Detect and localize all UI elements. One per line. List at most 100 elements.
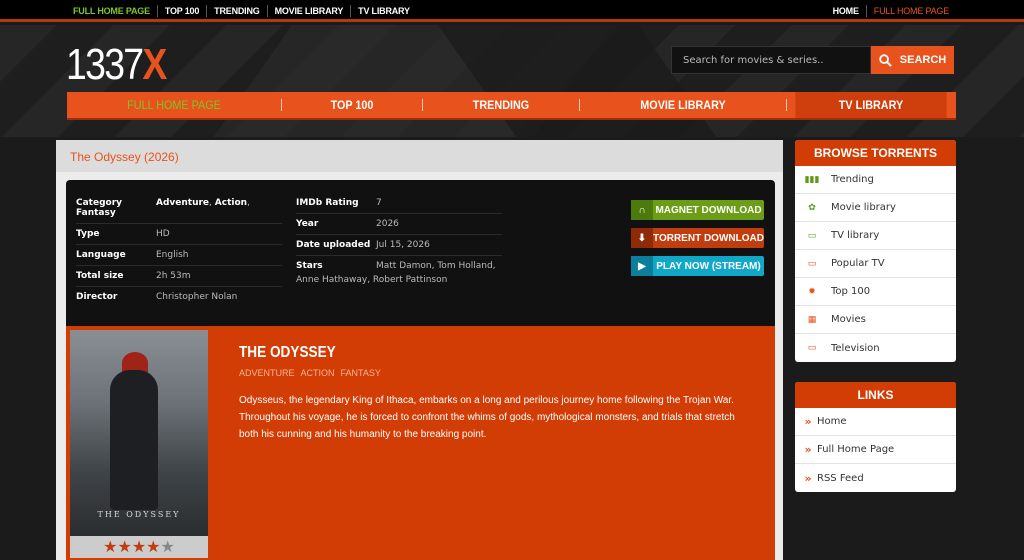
clapper-icon: ▦ xyxy=(807,314,817,325)
nav-tv-library[interactable]: TV LIBRARY xyxy=(795,92,947,118)
nav-divider xyxy=(422,99,423,111)
sidebar-item-trending[interactable]: ▮▮▮ Trending xyxy=(795,166,956,194)
nav-top-100[interactable]: TOP 100 xyxy=(289,92,415,118)
search-button-label: SEARCH xyxy=(899,54,947,66)
trending-icon: ▮▮▮ xyxy=(804,174,820,185)
links-heading: LINKS xyxy=(795,382,956,408)
top-link-tv-library[interactable]: TV LIBRARY xyxy=(351,5,417,17)
info-label: Category Fantasy xyxy=(76,198,123,218)
top-link-trending[interactable]: TRENDING xyxy=(207,5,268,17)
top-link-top-100[interactable]: TOP 100 xyxy=(158,5,208,17)
info-column-middle: IMDb Rating 7 Year 2026 Date uploaded Jul 1… xyxy=(296,196,502,290)
links-box: LINKS » Home » Full Home Page » RSS Feed xyxy=(795,382,956,492)
nav-full-home[interactable]: FULL HOME PAGE xyxy=(78,92,271,118)
movie-description: Odysseus, the legendary King of Ithaca, … xyxy=(239,395,735,440)
sidebar-item-popular-tv[interactable]: ▭ Popular TV xyxy=(795,250,956,278)
nav-divider xyxy=(579,99,580,111)
top-badge-icon: ✹ xyxy=(808,286,816,297)
sidebar-item-tv-library[interactable]: ▭ TV library xyxy=(795,222,956,250)
browse-torrents-box: BROWSE TORRENTS ▮▮▮ Trending ✿ Movie libra… xyxy=(795,140,956,362)
sidebar-item-television[interactable]: ▭ Television xyxy=(795,334,956,362)
film-reel-icon: ✿ xyxy=(808,202,816,213)
nav-trending[interactable]: TRENDING xyxy=(431,92,571,118)
sidebar-item-movies[interactable]: ▦ Movies xyxy=(795,306,956,334)
poster-title: THE ODYSSEY xyxy=(97,510,181,519)
info-value: HD xyxy=(156,229,170,239)
info-row-language: Language English xyxy=(76,245,282,266)
movie-details: THE ODYSSEY ★★★★★ THE ODYSSEY ADVENTURE … xyxy=(66,326,775,560)
info-value: Jul 15, 2026 xyxy=(376,240,430,250)
star-icon: ★ xyxy=(117,537,132,556)
info-value: 2h 53m xyxy=(156,271,191,281)
link-rss-feed[interactable]: » RSS Feed xyxy=(795,464,956,492)
sidebar-item-top-100[interactable]: ✹ Top 100 xyxy=(795,278,956,306)
tv-icon: ▭ xyxy=(807,230,817,241)
top-nav-right: HOME FULL HOME PAGE xyxy=(826,5,956,17)
genre-tag[interactable]: ACTION xyxy=(301,368,335,378)
main-panel: The Odyssey (2026) Category Fantasy Adven… xyxy=(56,140,783,560)
nav-movie-library[interactable]: MOVIE LIBRARY xyxy=(590,92,775,118)
search-icon xyxy=(879,53,892,67)
sidebar-item-movie-library[interactable]: ✿ Movie library xyxy=(795,194,956,222)
download-icon: ⬇ xyxy=(631,228,653,248)
info-row-type: Type HD xyxy=(76,224,282,245)
top-link-full-home[interactable]: FULL HOME PAGE xyxy=(66,5,158,17)
logo-text: 1337 xyxy=(66,40,144,89)
info-row-imdb: IMDb Rating 7 xyxy=(296,196,502,214)
torrent-download-button[interactable]: ⬇ TORRENT DOWNLOAD xyxy=(631,228,764,248)
movie-poster: THE ODYSSEY xyxy=(70,330,208,536)
info-value: 2026 xyxy=(376,219,399,229)
info-row-category: Category Fantasy Adventure, Action, xyxy=(76,196,282,224)
top-link-home[interactable]: HOME xyxy=(826,5,867,17)
info-row-director: Director Christopher Nolan xyxy=(76,287,282,307)
link-full-home-page[interactable]: » Full Home Page xyxy=(795,436,956,464)
info-value: Matt Damon, Tom Holland, xyxy=(376,261,496,271)
download-buttons: ∩ MAGNET DOWNLOAD ⬇ TORRENT DOWNLOAD ▶ PLAY… xyxy=(631,200,764,284)
movie-title: THE ODYSSEY xyxy=(239,344,336,361)
magnet-icon: ∩ xyxy=(631,200,653,220)
movie-genres: ADVENTURE ACTION FANTASY xyxy=(239,368,381,378)
search-input[interactable] xyxy=(671,46,871,74)
info-label: IMDb Rating xyxy=(296,198,359,208)
play-stream-button[interactable]: ▶ PLAY NOW (STREAM) xyxy=(631,256,764,276)
info-value: Christopher Nolan xyxy=(156,292,238,302)
info-label: Date uploaded xyxy=(296,240,371,250)
info-value: English xyxy=(156,250,189,260)
top-nav-left: FULL HOME PAGE TOP 100 TRENDING MOVIE LI… xyxy=(66,5,417,17)
page-title: The Odyssey (2026) xyxy=(56,140,783,172)
info-label: Stars xyxy=(296,261,323,271)
top-link-movie-library[interactable]: MOVIE LIBRARY xyxy=(268,5,352,17)
chevron-right-icon: » xyxy=(804,443,812,456)
star-icon: ★ xyxy=(103,537,118,556)
torrent-info-box: Category Fantasy Adventure, Action, Type H… xyxy=(66,180,775,326)
info-label: Director xyxy=(76,292,118,302)
tv-icon: ▭ xyxy=(807,343,817,353)
star-empty-icon: ★ xyxy=(160,537,175,556)
star-icon: ★ xyxy=(131,537,147,556)
info-label: Total size xyxy=(76,271,124,281)
top-bar: FULL HOME PAGE TOP 100 TRENDING MOVIE LI… xyxy=(0,0,1024,22)
tv-icon: ▭ xyxy=(807,258,817,269)
info-row-year: Year 2026 xyxy=(296,214,502,235)
info-value: 7 xyxy=(376,198,382,208)
logo-accent: X xyxy=(142,40,167,89)
chevron-right-icon: » xyxy=(804,415,812,428)
search-button[interactable]: SEARCH xyxy=(871,46,954,74)
info-value[interactable]: Adventure, Action, xyxy=(156,198,282,218)
genre-tag[interactable]: ADVENTURE xyxy=(239,368,295,378)
magnet-download-button[interactable]: ∩ MAGNET DOWNLOAD xyxy=(631,200,764,220)
site-logo[interactable]: 1337X xyxy=(66,40,167,90)
chevron-right-icon: » xyxy=(804,471,812,485)
info-label: Language xyxy=(76,250,126,260)
top-link-full-home-right[interactable]: FULL HOME PAGE xyxy=(867,5,956,17)
link-home[interactable]: » Home xyxy=(795,408,956,436)
info-row-size: Total size 2h 53m xyxy=(76,266,282,287)
star-rating: ★★★★★ xyxy=(70,536,208,558)
star-icon: ★ xyxy=(146,537,161,556)
header: 1337X SEARCH FULL HOME PAGE TOP 100 TREN… xyxy=(0,25,1024,137)
main-nav: FULL HOME PAGE TOP 100 TRENDING MOVIE LI… xyxy=(67,92,956,120)
info-row-stars: Stars Matt Damon, Tom Holland, Anne Hathaw… xyxy=(296,256,502,290)
info-column-left: Category Fantasy Adventure, Action, Type H… xyxy=(76,196,282,307)
genre-tag[interactable]: FANTASY xyxy=(341,368,381,378)
info-label: Type xyxy=(76,229,100,239)
